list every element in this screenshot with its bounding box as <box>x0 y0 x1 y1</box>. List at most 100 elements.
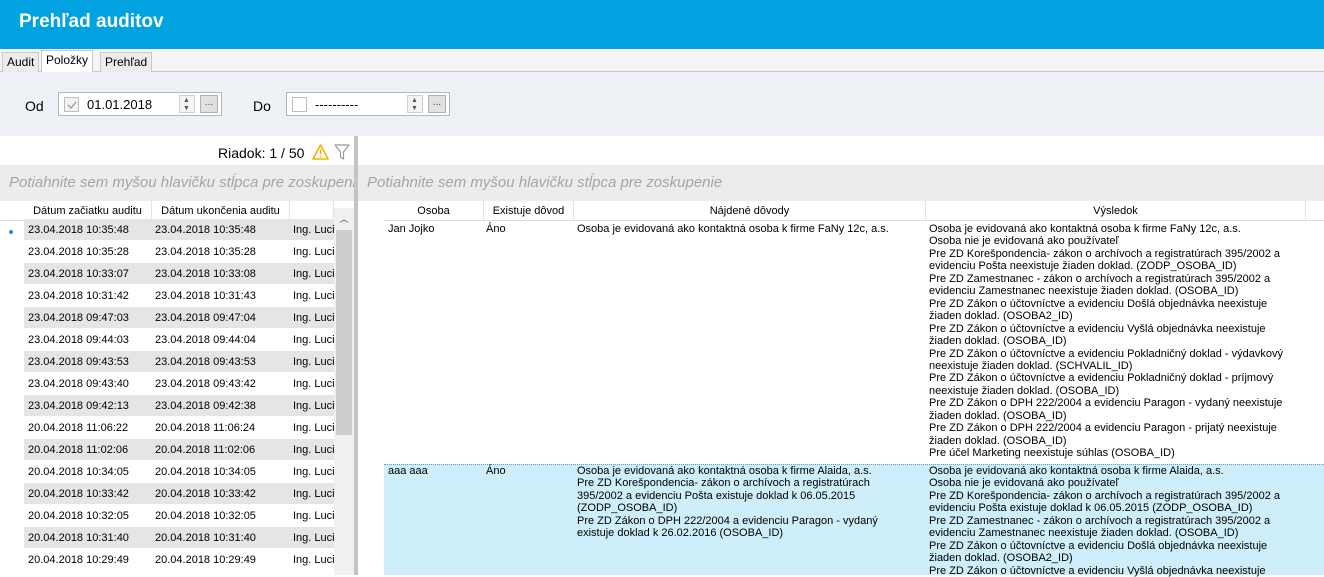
tab-polozky[interactable]: Položky <box>41 50 94 72</box>
cell-end-date: 23.04.2018 10:35:28 <box>155 246 256 258</box>
spin-up-icon[interactable]: ▲ <box>183 97 190 105</box>
cell-end-date: 23.04.2018 09:42:38 <box>155 400 256 412</box>
column-header-osoba[interactable]: Osoba <box>384 201 484 221</box>
column-header-end-date[interactable]: Dátum ukončenia auditu <box>152 201 290 221</box>
to-date-edit[interactable]: ---------- ▲ ▼ ... <box>286 92 450 116</box>
table-row[interactable]: 23.04.2018 10:35:48 23.04.2018 10:35:48 In… <box>24 219 334 241</box>
cell-text-line: Pre účel Marketing neexistuje súhlas (OS… <box>929 447 1175 460</box>
left-grid-scrollbar[interactable]: ︿ <box>334 208 354 575</box>
cell-user: Ing. Lucia <box>293 532 334 544</box>
filter-bar: Od 01.01.2018 ▲ ▼ ... Do ---------- ▲ ▼ … <box>0 72 1324 136</box>
cell-text-line: Pre ZD Zákon o účtovníctve a evidenciu P… <box>929 347 1284 360</box>
check-icon <box>67 101 77 109</box>
table-row[interactable]: 23.04.2018 10:35:28 23.04.2018 10:35:28 In… <box>24 241 334 263</box>
spin-down-icon[interactable]: ▼ <box>411 105 418 113</box>
cell-user: Ing. Lucia <box>293 422 334 434</box>
cell-user: Ing. Lucia <box>293 356 334 368</box>
cell-text-line: Pre ZD Korešpondencia- zákon o archívoch… <box>577 477 870 490</box>
cell-text-line: neexistuje žiaden doklad. (OSOBA_ID) <box>929 384 1120 397</box>
tab-audit[interactable]: Audit <box>2 52 40 72</box>
cell-text-line: Pre ZD Zákon o DPH 222/2004 a evidenciu … <box>577 514 878 527</box>
table-row[interactable]: 20.04.2018 11:02:06 20.04.2018 11:02:06 In… <box>24 439 334 461</box>
to-date-spinner[interactable]: ▲ ▼ <box>407 95 423 113</box>
tab-prehlad[interactable]: Prehľad <box>100 52 153 72</box>
from-date-picker-button[interactable]: ... <box>200 95 218 113</box>
cell-text-line: žiaden doklad. (OSOBA2_ID) <box>929 552 1073 565</box>
column-header-vysledok[interactable]: Výsledok <box>926 201 1306 221</box>
to-date-checkbox[interactable] <box>292 97 307 112</box>
cell-text-line: Osoba je evidovaná ako kontaktná osoba k… <box>929 223 1241 235</box>
table-row[interactable]: 20.04.2018 10:32:05 20.04.2018 10:32:05 In… <box>24 505 334 527</box>
current-row-indicator <box>9 230 13 234</box>
panel-splitter[interactable] <box>354 136 358 575</box>
cell-end-date: 20.04.2018 11:06:24 <box>155 422 256 434</box>
table-row[interactable]: aaa aaa Áno Osoba je evidovaná ako kontakt… <box>384 464 1324 577</box>
cell-user: Ing. Lucia <box>293 312 334 324</box>
column-header-existuje-dovod[interactable]: Existuje dôvod <box>484 201 574 221</box>
cell-text-line: Osoba nie je evidovaná ako používateľ <box>929 477 1119 490</box>
table-row[interactable]: Jan Jojko Áno Osoba je evidovaná ako konta… <box>384 223 1324 463</box>
cell-start-date: 23.04.2018 10:31:42 <box>28 290 129 302</box>
cell-text-line: Pre ZD Korešpondencia- zákon o archívoch… <box>929 247 1280 260</box>
cell-text-line: Pre ZD Zamestnanec - zákon o archívoch a… <box>929 272 1271 285</box>
cell-text-line: Pre ZD Zákon o účtovníctve a evidenciu V… <box>929 322 1266 335</box>
cell-text-line: Osoba je evidovaná ako kontaktná osoba k… <box>929 465 1224 477</box>
from-date-value[interactable]: 01.01.2018 <box>87 97 152 112</box>
column-header-user[interactable] <box>290 201 334 221</box>
cell-start-date: 20.04.2018 11:06:22 <box>28 422 129 434</box>
cell-end-date: 20.04.2018 10:33:42 <box>155 488 256 500</box>
warning-icon[interactable] <box>312 144 329 160</box>
cell-end-date: 23.04.2018 09:43:53 <box>155 356 256 368</box>
from-label: Od <box>25 98 44 114</box>
left-group-panel[interactable]: Potiahnite sem myšou hlavičku stĺpca pre… <box>0 165 354 201</box>
title-bar: Prehľad auditov <box>0 0 1324 49</box>
table-row[interactable]: 23.04.2018 09:43:40 23.04.2018 09:43:42 In… <box>24 373 334 395</box>
right-group-panel[interactable]: Potiahnite sem myšou hlavičku stĺpca pre… <box>358 165 1324 201</box>
table-row[interactable]: 23.04.2018 10:33:07 23.04.2018 10:33:08 In… <box>24 263 334 285</box>
cell-text-line: Pre ZD Zákon o účtovníctve a evidenciu V… <box>929 564 1266 577</box>
cell-najdene-dovody: Osoba je evidovaná ako kontaktná osoba k… <box>577 465 922 540</box>
filter-icon[interactable] <box>334 144 350 160</box>
cell-najdene-dovody: Osoba je evidovaná ako kontaktná osoba k… <box>577 223 922 235</box>
cell-end-date: 20.04.2018 10:32:05 <box>155 510 256 522</box>
cell-text-line: Osoba je evidovaná ako kontaktná osoba k… <box>577 223 889 235</box>
cell-end-date: 23.04.2018 09:47:04 <box>155 312 256 324</box>
table-row[interactable]: 23.04.2018 09:43:53 23.04.2018 09:43:53 In… <box>24 351 334 373</box>
cell-user: Ing. Lucia <box>293 334 334 346</box>
table-row[interactable]: 20.04.2018 10:33:42 20.04.2018 10:33:42 In… <box>24 483 334 505</box>
cell-user: Ing. Lucia <box>293 554 334 566</box>
from-date-spinner[interactable]: ▲ ▼ <box>179 95 195 113</box>
cell-existuje-dovod: Áno <box>486 465 506 477</box>
cell-end-date: 20.04.2018 11:02:06 <box>155 444 256 456</box>
table-row[interactable]: 20.04.2018 10:31:40 20.04.2018 10:31:40 In… <box>24 527 334 549</box>
scroll-up-icon[interactable]: ︿ <box>337 212 351 226</box>
scrollbar-thumb[interactable] <box>336 230 352 435</box>
spin-down-icon[interactable]: ▼ <box>183 105 190 113</box>
table-row[interactable]: 23.04.2018 09:42:13 23.04.2018 09:42:38 In… <box>24 395 334 417</box>
from-date-checkbox[interactable] <box>64 97 79 112</box>
column-header-start-date[interactable]: Dátum začiatku auditu <box>24 201 152 221</box>
cell-text-line: Osoba nie je evidovaná ako používateľ <box>929 235 1119 248</box>
cell-user: Ing. Lucia <box>293 444 334 456</box>
column-header-najdene-dovody[interactable]: Nájdené dôvody <box>574 201 926 221</box>
tab-strip: Audit Položky Prehľad <box>0 49 1324 72</box>
from-date-edit[interactable]: 01.01.2018 ▲ ▼ ... <box>58 92 222 116</box>
to-date-value[interactable]: ---------- <box>315 97 358 112</box>
cell-vysledok: Osoba je evidovaná ako kontaktná osoba k… <box>929 465 1304 577</box>
spin-up-icon[interactable]: ▲ <box>411 97 418 105</box>
cell-user: Ing. Lucia <box>293 378 334 390</box>
table-row[interactable]: 20.04.2018 10:29:49 20.04.2018 10:29:49 In… <box>24 549 334 571</box>
table-row[interactable]: 20.04.2018 11:06:22 20.04.2018 11:06:24 In… <box>24 417 334 439</box>
cell-start-date: 23.04.2018 10:33:07 <box>28 268 129 280</box>
cell-text-line: existuje doklad k 26.02.2016 (OSOBA_ID) <box>577 527 784 540</box>
cell-end-date: 23.04.2018 10:33:08 <box>155 268 256 280</box>
table-row[interactable]: 23.04.2018 09:44:03 23.04.2018 09:44:04 In… <box>24 329 334 351</box>
cell-text-line: Pre ZD Zákon o účtovníctve a evidenciu D… <box>929 297 1268 310</box>
table-row[interactable]: 23.04.2018 10:31:42 23.04.2018 10:31:43 In… <box>24 285 334 307</box>
cell-end-date: 23.04.2018 09:43:42 <box>155 378 256 390</box>
to-date-picker-button[interactable]: ... <box>428 95 446 113</box>
table-row[interactable]: 20.04.2018 10:34:05 20.04.2018 10:34:05 In… <box>24 461 334 483</box>
cell-existuje-dovod: Áno <box>486 223 506 235</box>
to-label: Do <box>253 98 271 114</box>
table-row[interactable]: 23.04.2018 09:47:03 23.04.2018 09:47:04 In… <box>24 307 334 329</box>
